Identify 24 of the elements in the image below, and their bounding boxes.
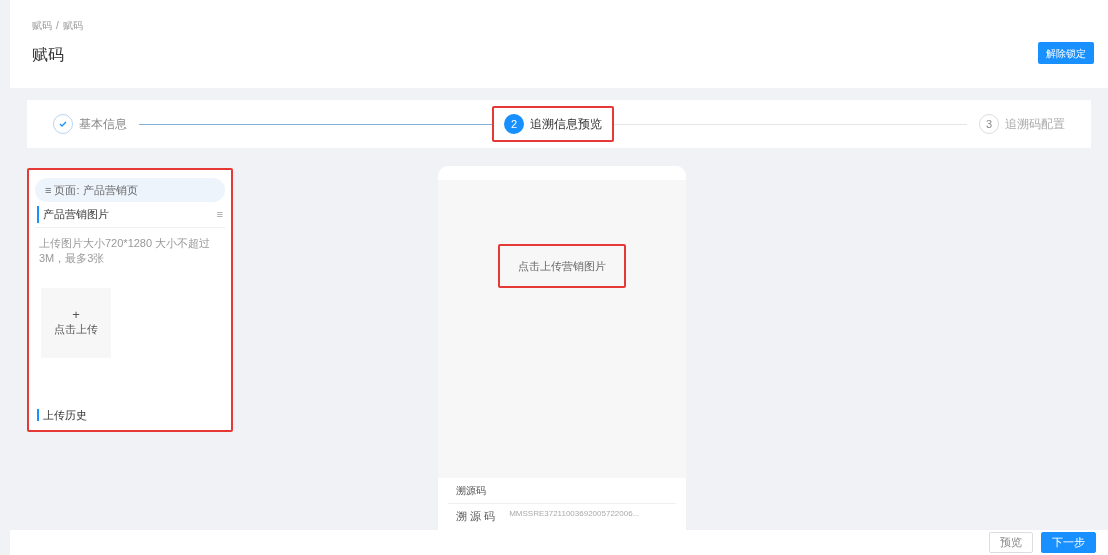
preview-button[interactable]: 预览 <box>989 532 1033 553</box>
upload-prompt[interactable]: 点击上传营销图片 <box>518 257 606 275</box>
step[interactable]: 基本信息 <box>53 114 127 134</box>
section-title: 上传历史 <box>37 409 87 421</box>
page-tab[interactable]: ≡ 页面: 产品营销页 <box>35 178 225 202</box>
page-title: 赋码 <box>32 45 65 65</box>
collapse-toggle[interactable]: ≡ <box>216 206 223 223</box>
upload-hint: 上传图片大小720*1280 大小不超过3M，最多3张 <box>38 236 212 266</box>
info-value: MMSSRE37211003692005722006... <box>509 508 640 520</box>
info-label: 溯 源 码 <box>456 509 496 524</box>
section-title: 产品营销图片 <box>37 206 109 223</box>
unlock-button[interactable]: 解除锁定 <box>1038 42 1094 64</box>
upload-button[interactable]: + 点击上传 <box>41 288 111 358</box>
breadcrumb-separator: / <box>56 19 59 33</box>
step-label: 追溯信息预览 <box>530 116 602 133</box>
step[interactable]: 3 追溯码配置 <box>979 114 1065 134</box>
step[interactable]: 2 追溯信息预览 <box>504 114 602 134</box>
breadcrumb-item[interactable]: 赋码 <box>62 18 83 33</box>
next-button[interactable]: 下一步 <box>1041 532 1096 553</box>
info-title: 溯源码 <box>448 478 676 504</box>
step-label: 追溯码配置 <box>1005 116 1065 133</box>
step-label: 基本信息 <box>79 116 127 133</box>
step-number: 2 <box>504 114 524 134</box>
breadcrumb-item[interactable]: 赋码 <box>32 18 52 33</box>
